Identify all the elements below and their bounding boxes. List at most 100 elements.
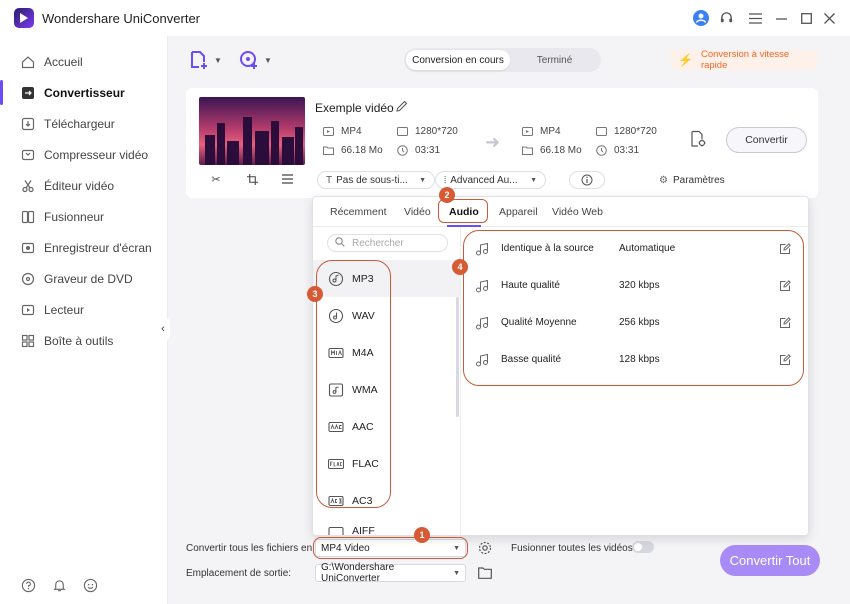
chevron-down-icon: ▼ (264, 55, 272, 65)
add-disc-button[interactable]: ▼ (239, 49, 272, 71)
trim-scissors-icon[interactable]: ✂ (209, 172, 223, 186)
resolution-icon (397, 126, 408, 137)
close-icon[interactable] (820, 9, 838, 27)
rename-pen-icon[interactable] (396, 100, 409, 113)
compress-icon (20, 147, 36, 163)
clock-icon (596, 144, 607, 156)
open-folder-icon[interactable] (476, 564, 494, 582)
toolbox-icon (20, 333, 36, 349)
output-settings-icon[interactable] (685, 126, 711, 152)
download-icon (20, 116, 36, 132)
tab-appareil[interactable]: Appareil (499, 206, 538, 218)
sidebar-item-label: Boîte à outils (44, 333, 114, 348)
sidebar: Accueil Convertisseur Téléchargeur Compr… (0, 36, 168, 604)
target-duration: 03:31 (596, 143, 639, 157)
support-headset-icon[interactable] (717, 9, 735, 27)
tab-video-web[interactable]: Vidéo Web (552, 206, 603, 218)
minimize-icon[interactable] (772, 9, 790, 27)
annotation-highlight-format-list (316, 260, 391, 508)
sidebar-item-label: Convertisseur (44, 85, 125, 100)
tab-recemment[interactable]: Récemment (330, 206, 387, 218)
tab-termine[interactable]: Terminé (510, 50, 599, 70)
sidebar-collapse-chevron-icon[interactable]: ‹ (156, 318, 170, 340)
sidebar-item-graveur[interactable]: Graveur de DVD (0, 263, 167, 294)
sidebar-item-label: Graveur de DVD (44, 271, 133, 286)
crop-icon[interactable] (245, 172, 259, 186)
sidebar-item-label: Enregistreur d'écran (44, 240, 152, 255)
sidebar-item-editeur[interactable]: Éditeur vidéo (0, 170, 167, 201)
format-search-input[interactable]: Rechercher (327, 234, 448, 252)
convert-button[interactable]: Convertir (726, 127, 807, 153)
feedback-icon[interactable] (82, 577, 98, 593)
gear-icon: ⚙ (659, 174, 668, 186)
record-icon (20, 240, 36, 256)
chevron-down-icon: ▼ (214, 55, 222, 65)
format-list-scrollbar[interactable] (456, 297, 459, 417)
sidebar-item-label: Accueil (44, 54, 83, 69)
video-format-icon (323, 126, 334, 137)
format-settings-gear-icon[interactable] (476, 539, 494, 557)
annotation-badge: 1 (414, 527, 430, 543)
annotation-highlight-format-select (313, 537, 468, 559)
merge-label: Fusionner toutes les vidéos (511, 543, 633, 554)
add-file-button[interactable]: ▼ (189, 49, 222, 71)
folder-icon (522, 145, 533, 156)
search-icon (335, 236, 345, 250)
fast-conversion-button[interactable]: ⚡ Conversion à vitesse rapide (670, 49, 818, 71)
sidebar-item-label: Fusionneur (44, 209, 105, 224)
account-icon[interactable] (692, 9, 710, 27)
resolution-icon (596, 126, 607, 137)
tab-video[interactable]: Vidéo (404, 206, 431, 218)
app-title: Wondershare UniConverter (42, 11, 200, 26)
tab-conversion-en-cours[interactable]: Conversion en cours (406, 50, 510, 70)
app-logo-icon (14, 8, 34, 28)
sidebar-item-label: Téléchargeur (44, 116, 115, 131)
audio-wave-icon: ⦙ (444, 174, 447, 186)
sidebar-item-label: Lecteur (44, 302, 85, 317)
sidebar-item-fusionneur[interactable]: Fusionneur (0, 201, 167, 232)
scissors-icon (20, 178, 36, 194)
audio-track-dropdown[interactable]: ⦙ Advanced Au... ▼ (435, 171, 546, 189)
home-icon (20, 54, 36, 70)
output-location-label: Emplacement de sortie: (186, 568, 292, 579)
chevron-down-icon: ▼ (530, 176, 537, 184)
effects-menu-icon[interactable] (280, 172, 294, 186)
menu-icon[interactable] (746, 9, 764, 27)
clock-icon (397, 144, 408, 156)
info-icon[interactable] (569, 171, 605, 189)
format-item-aiff[interactable]: AIFF (313, 519, 460, 535)
subtitle-dropdown[interactable]: T Pas de sous-ti... ▼ (317, 171, 435, 189)
sidebar-item-boite[interactable]: Boîte à outils (0, 325, 167, 356)
sidebar-item-convertisseur[interactable]: Convertisseur (0, 77, 167, 108)
annotation-badge: 4 (452, 259, 468, 275)
notification-bell-icon[interactable] (51, 577, 67, 593)
chevron-down-icon: ▼ (453, 569, 460, 577)
output-location-select[interactable]: G:\Wondershare UniConverter ▼ (315, 562, 466, 584)
annotation-badge: 2 (439, 187, 455, 203)
target-format: MP4 (522, 124, 561, 138)
aiff-icon (327, 523, 344, 535)
sidebar-item-accueil[interactable]: Accueil (0, 46, 167, 77)
sidebar-item-lecteur[interactable]: Lecteur (0, 294, 167, 325)
fast-conversion-label: Conversion à vitesse rapide (700, 49, 790, 71)
convert-all-button[interactable]: Convertir Tout (720, 545, 820, 576)
merge-toggle[interactable] (632, 541, 654, 553)
help-icon[interactable] (20, 577, 36, 593)
file-card: ✂ Exemple vidéo MP4 1280*720 66.18 Mo 03… (186, 88, 818, 198)
folder-icon (323, 145, 334, 156)
chevron-down-icon: ▼ (419, 176, 426, 184)
annotation-badge: 3 (307, 286, 323, 302)
sidebar-item-telechargeur[interactable]: Téléchargeur (0, 108, 167, 139)
sidebar-item-enregistreur[interactable]: Enregistreur d'écran (0, 232, 167, 263)
target-resolution: 1280*720 (596, 124, 657, 138)
settings-button[interactable]: ⚙ Paramètres (659, 172, 725, 188)
maximize-icon[interactable] (797, 9, 815, 27)
sidebar-item-label: Compresseur vidéo (44, 147, 149, 162)
annotation-highlight-quality-list (463, 230, 804, 386)
sidebar-item-label: Éditeur vidéo (44, 178, 115, 193)
video-thumbnail[interactable] (199, 97, 305, 165)
add-disc-icon (240, 51, 257, 69)
source-size: 66.18 Mo (323, 143, 383, 157)
sidebar-item-compresseur[interactable]: Compresseur vidéo (0, 139, 167, 170)
add-file-icon (191, 51, 207, 69)
